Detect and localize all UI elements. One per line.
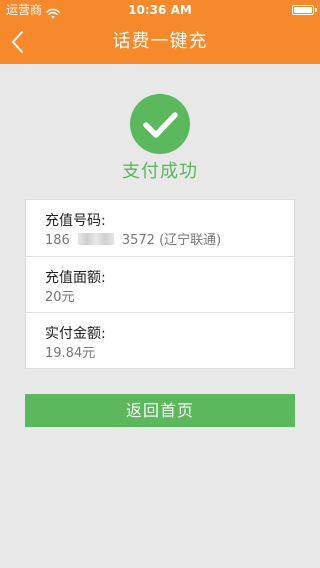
phone-number-row: 充值号码: 186 3572 (辽宁联通) xyxy=(26,200,294,256)
return-home-button[interactable]: 返回首页 xyxy=(25,394,295,427)
phone-number-suffix: 3572 xyxy=(121,233,155,248)
app-header: 运营商 10:36 AM 话费一键充 xyxy=(0,0,320,64)
face-value-row: 充值面额: 20元 xyxy=(26,257,294,313)
battery-level xyxy=(294,7,312,13)
phone-number-label: 充值号码: xyxy=(45,213,106,229)
page-title: 话费一键充 xyxy=(112,31,208,52)
status-bar: 运营商 10:36 AM xyxy=(0,0,320,20)
nav-bar: 话费一键充 xyxy=(0,20,320,64)
paid-amount-row: 实付金额: 19.84元 xyxy=(26,313,294,369)
status-time: 10:36 AM xyxy=(128,3,192,17)
battery-icon xyxy=(292,5,317,15)
phone-number-value: 186 3572 (辽宁联通) xyxy=(45,232,294,250)
order-details-card: 充值号码: 186 3572 (辽宁联通) 充值面额: 20元 实付金额: 19.… xyxy=(25,199,295,369)
paid-amount-value: 19.84元 xyxy=(45,346,96,361)
paid-amount-label: 实付金额: xyxy=(45,326,106,342)
phone-carrier: (辽宁联通) xyxy=(159,233,222,248)
payment-success-text: 支付成功 xyxy=(122,161,198,182)
battery-tip xyxy=(315,8,317,12)
phone-number-prefix: 186 xyxy=(45,233,70,248)
check-circle-icon xyxy=(130,94,190,154)
face-value-value: 20元 xyxy=(45,290,75,305)
masked-digits xyxy=(77,233,114,245)
face-value-label: 充值面额: xyxy=(45,270,106,286)
